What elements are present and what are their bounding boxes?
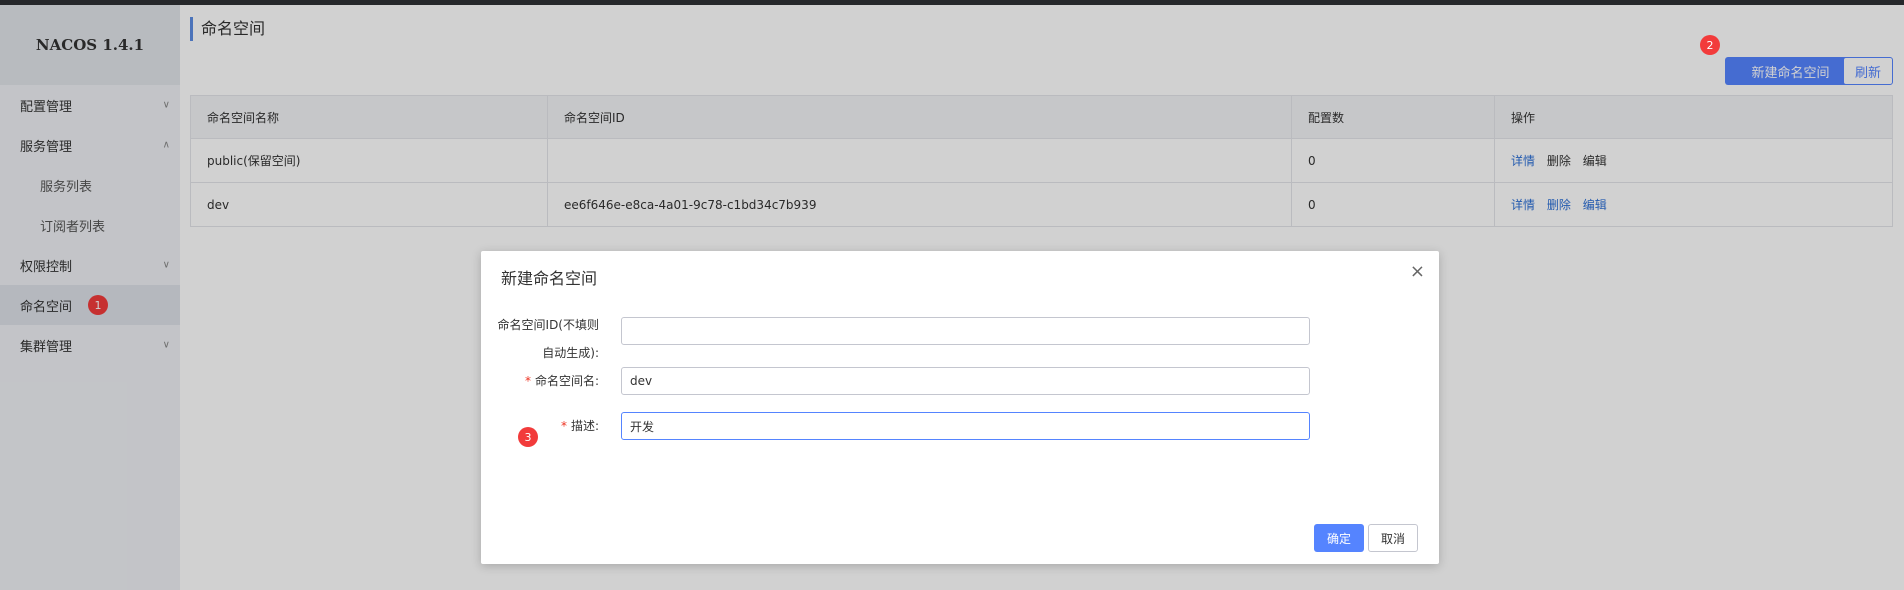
dialog-title: 新建命名空间 — [501, 269, 598, 288]
namespace-id-label: 命名空间ID(不填则 自动生成): — [498, 311, 599, 367]
namespace-name-input[interactable] — [621, 367, 1310, 395]
step-badge-3: 3 — [518, 427, 538, 447]
step-badge-2: 2 — [1700, 35, 1720, 55]
namespace-name-label-text: 命名空间名: — [534, 374, 599, 388]
namespace-id-label-line1: 命名空间ID(不填则 — [497, 318, 599, 332]
description-input[interactable] — [621, 412, 1310, 440]
new-namespace-dialog: 新建命名空间 × 命名空间ID(不填则 自动生成): *命名空间名: *描述: … — [481, 251, 1439, 564]
namespace-name-label: * 命名空间名: — [525, 367, 599, 395]
description-label: * 描述: — [561, 412, 599, 440]
cancel-button[interactable]: 取消 — [1368, 524, 1418, 552]
required-mark: * — [560, 419, 567, 433]
namespace-id-label-line2: 自动生成): — [542, 346, 599, 360]
description-label-text: 描述: — [570, 419, 599, 433]
required-mark: * — [524, 374, 531, 388]
close-icon[interactable]: × — [1410, 261, 1425, 282]
confirm-button[interactable]: 确定 — [1314, 524, 1364, 552]
namespace-id-input[interactable] — [621, 317, 1310, 345]
